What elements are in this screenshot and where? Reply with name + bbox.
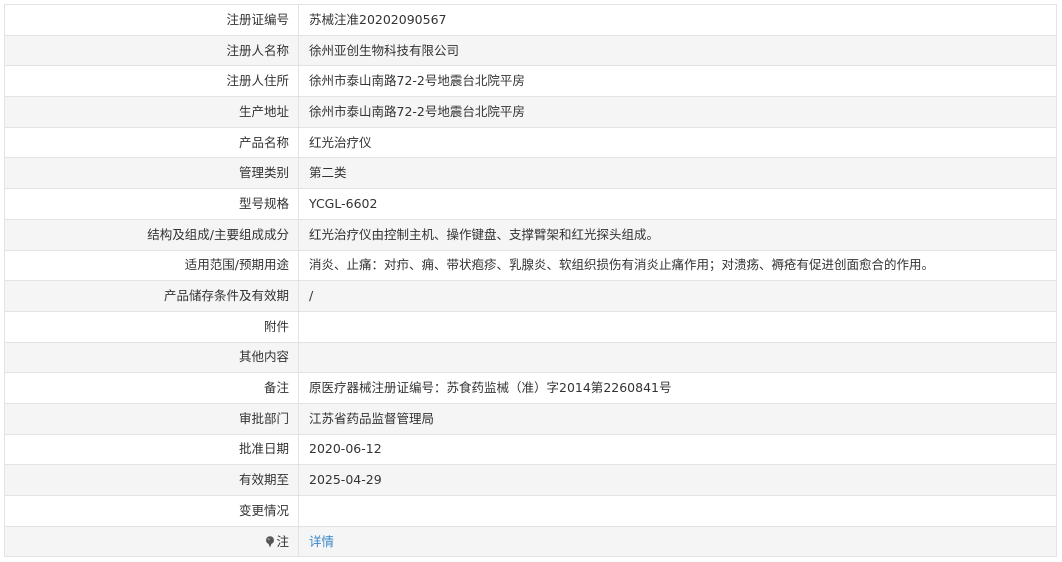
field-value: 红光治疗仪由控制主机、操作键盘、支撑臂架和红光探头组成。 bbox=[298, 218, 1057, 251]
table-row: 注册人住所 徐州市泰山南路72-2号地震台北院平房 bbox=[4, 65, 1057, 98]
field-label: 注册证编号 bbox=[4, 4, 299, 36]
field-value: 详情 bbox=[298, 525, 1057, 558]
field-label: 其他内容 bbox=[4, 341, 299, 374]
field-label: 管理类别 bbox=[4, 157, 299, 190]
field-value: 徐州市泰山南路72-2号地震台北院平房 bbox=[298, 96, 1057, 128]
table-row: 注册人名称 徐州亚创生物科技有限公司 bbox=[4, 34, 1057, 67]
table-row: 适用范围/预期用途 消炎、止痛：对疖、痈、带状疱疹、乳腺炎、软组织损伤有消炎止痛作… bbox=[4, 249, 1057, 282]
field-label: 注册人住所 bbox=[4, 65, 299, 98]
table-row: 备注 原医疗器械注册证编号：苏食药监械（准）字2014第2260841号 bbox=[4, 372, 1057, 404]
table-row: 结构及组成/主要组成成分 红光治疗仪由控制主机、操作键盘、支撑臂架和红光探头组成。 bbox=[4, 218, 1057, 251]
registration-detail-table: 注册证编号 苏械注准20202090567 注册人名称 徐州亚创生物科技有限公司 注… bbox=[4, 4, 1057, 558]
table-row: 批准日期 2020-06-12 bbox=[4, 433, 1057, 466]
field-value bbox=[298, 341, 1057, 374]
field-label: 备注 bbox=[4, 372, 299, 404]
table-row: 附件 bbox=[4, 310, 1057, 343]
table-row: 管理类别 第二类 bbox=[4, 157, 1057, 190]
field-value: 徐州市泰山南路72-2号地震台北院平房 bbox=[298, 65, 1057, 98]
pin-icon bbox=[266, 535, 275, 548]
field-label: 批准日期 bbox=[4, 433, 299, 466]
field-value bbox=[298, 310, 1057, 343]
field-value: 江苏省药品监督管理局 bbox=[298, 402, 1057, 435]
field-value: 第二类 bbox=[298, 157, 1057, 190]
field-label: 注册人名称 bbox=[4, 34, 299, 67]
field-value: 苏械注准20202090567 bbox=[298, 4, 1057, 36]
table-row: 变更情况 bbox=[4, 495, 1057, 527]
registration-detail-panel: 注册证编号 苏械注准20202090567 注册人名称 徐州亚创生物科技有限公司 注… bbox=[4, 4, 1057, 558]
field-label: 审批部门 bbox=[4, 402, 299, 435]
table-row: 审批部门 江苏省药品监督管理局 bbox=[4, 402, 1057, 435]
field-value: 消炎、止痛：对疖、痈、带状疱疹、乳腺炎、软组织损伤有消炎止痛作用；对溃疡、褥疮有… bbox=[298, 249, 1057, 282]
field-label: 附件 bbox=[4, 310, 299, 343]
field-value: YCGL-6602 bbox=[298, 188, 1057, 220]
table-row: 注册证编号 苏械注准20202090567 bbox=[4, 4, 1057, 36]
field-label: 产品名称 bbox=[4, 126, 299, 159]
table-row: 产品储存条件及有效期 / bbox=[4, 280, 1057, 312]
table-row: 型号规格 YCGL-6602 bbox=[4, 188, 1057, 220]
field-label: 变更情况 bbox=[4, 495, 299, 527]
table-row: 有效期至 2025-04-29 bbox=[4, 464, 1057, 496]
field-label: 有效期至 bbox=[4, 464, 299, 496]
table-row: 注 详情 bbox=[4, 525, 1057, 558]
table-row: 产品名称 红光治疗仪 bbox=[4, 126, 1057, 159]
details-link[interactable]: 详情 bbox=[309, 534, 334, 549]
note-label: 注 bbox=[276, 533, 289, 549]
field-value: 2020-06-12 bbox=[298, 433, 1057, 466]
field-value: / bbox=[298, 280, 1057, 312]
field-label: 型号规格 bbox=[4, 188, 299, 220]
field-label: 生产地址 bbox=[4, 96, 299, 128]
field-label: 产品储存条件及有效期 bbox=[4, 280, 299, 312]
field-value: 原医疗器械注册证编号：苏食药监械（准）字2014第2260841号 bbox=[298, 372, 1057, 404]
table-row: 其他内容 bbox=[4, 341, 1057, 374]
field-label: 注 bbox=[4, 525, 299, 558]
field-label: 适用范围/预期用途 bbox=[4, 249, 299, 282]
table-row: 生产地址 徐州市泰山南路72-2号地震台北院平房 bbox=[4, 96, 1057, 128]
field-value: 红光治疗仪 bbox=[298, 126, 1057, 159]
field-value bbox=[298, 495, 1057, 527]
field-label: 结构及组成/主要组成成分 bbox=[4, 218, 299, 251]
field-value: 2025-04-29 bbox=[298, 464, 1057, 496]
field-value: 徐州亚创生物科技有限公司 bbox=[298, 34, 1057, 67]
